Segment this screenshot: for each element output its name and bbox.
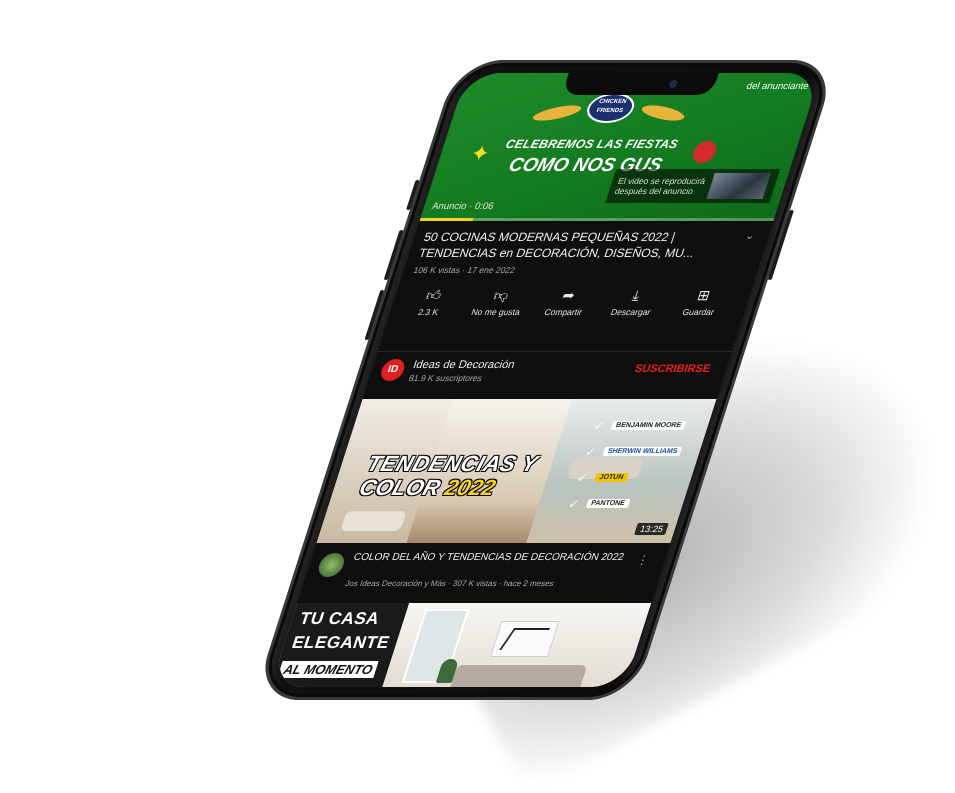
brand-label: PANTONE — [585, 499, 631, 508]
like-count: 2.3 K — [416, 307, 440, 317]
save-button[interactable]: ⊞ Guardar — [669, 287, 735, 317]
ad-label: Anuncio · 0:06 — [430, 201, 496, 212]
brand-label: SHERWIN WILLIAMS — [602, 447, 683, 456]
video-row[interactable]: COLOR DEL AÑO Y TENDENCIAS DE DECORACIÓN… — [310, 551, 658, 595]
brand-label: JOTUN — [593, 473, 629, 482]
channel-avatar[interactable]: ID — [378, 359, 408, 381]
more-options-icon[interactable]: ⋮ — [635, 553, 651, 567]
video-thumbnail-2[interactable]: TU CASA ELEGANTE AL MOMENTO — [270, 603, 652, 687]
wheat-left-icon — [532, 102, 582, 124]
chevron-down-icon[interactable]: ⌄ — [744, 229, 757, 242]
video-meta: 106 K vistas · 17 ene 2022 — [412, 265, 517, 275]
divider — [377, 351, 732, 352]
action-bar: 👍︎ 2.3 K 👎︎ No me gusta ➦ Compartir ⤓ De… — [399, 287, 743, 317]
phone-screen: del anunciante CHICKEN FRIENDS ✦ CELEBRE… — [270, 73, 821, 687]
thumbnail-line-1: TU CASA — [297, 609, 383, 628]
camera-icon — [668, 80, 679, 88]
wall-art — [489, 621, 560, 657]
thumbs-up-icon: 👍︎ — [423, 287, 444, 303]
thumbnail-title-line-2: COLOR 2022 — [356, 475, 499, 501]
star-icon: ✦ — [467, 141, 494, 166]
download-button[interactable]: ⤓ Descargar — [601, 287, 667, 317]
video-title[interactable]: 50 COCINAS MODERNAS PEQUEÑAS 2022 | TEND… — [417, 229, 727, 261]
channel-subscribers: 81.9 K suscriptores — [407, 373, 484, 383]
video-title[interactable]: COLOR DEL AÑO Y TENDENCIAS DE DECORACIÓN… — [352, 551, 626, 564]
like-button[interactable]: 👍︎ 2.3 K — [399, 287, 465, 317]
brand-label: BENJAMIN MOORE — [610, 421, 687, 430]
thumbnail-line-2: ELEGANTE — [289, 633, 393, 652]
couch-shape — [450, 665, 588, 687]
ad-badge — [690, 141, 720, 163]
channel-row[interactable]: ID Ideas de Decoración 81.9 K suscriptor… — [375, 357, 720, 391]
ad-brand-logo: CHICKEN FRIENDS — [582, 93, 639, 123]
advertiser-link[interactable]: del anunciante — [745, 81, 810, 92]
save-label: Guardar — [681, 307, 716, 317]
thumbnail-title-year: 2022 — [441, 475, 499, 500]
ad-progress-fill — [419, 218, 474, 221]
thumbnail-title-line-1: TENDENCIAS Y — [363, 451, 542, 476]
sofa-shape — [340, 511, 407, 531]
save-icon: ⊞ — [695, 287, 713, 303]
notch — [561, 73, 719, 95]
wheat-right-icon — [638, 102, 688, 124]
thumbs-down-icon: 👎︎ — [491, 287, 511, 303]
share-button[interactable]: ➦ Compartir — [534, 287, 600, 317]
next-video-thumbnail — [706, 173, 771, 199]
download-icon: ⤓ — [630, 287, 642, 303]
video-duration: 13:25 — [634, 523, 669, 535]
next-video-preview[interactable]: El video se reproducirá después del anun… — [605, 169, 781, 203]
video-thumbnail-1[interactable]: TENDENCIAS Y COLOR 2022 ✓ BENJAMIN MOORE… — [316, 399, 717, 543]
channel-avatar[interactable] — [315, 553, 348, 577]
share-label: Compartir — [543, 307, 584, 317]
thumbnail-title-word: COLOR — [356, 475, 450, 500]
ad-headline-1: CELEBREMOS LAS FIESTAS — [503, 137, 681, 151]
video-meta: Jos Ideas Decoración y Más · 307 K vista… — [344, 579, 556, 588]
video-info: 50 COCINAS MODERNAS PEQUEÑAS 2022 | TEND… — [399, 229, 761, 317]
channel-name[interactable]: Ideas de Decoración — [411, 359, 516, 371]
ad-player[interactable]: del anunciante CHICKEN FRIENDS ✦ CELEBRE… — [419, 73, 821, 221]
phone-device: del anunciante CHICKEN FRIENDS ✦ CELEBRE… — [253, 60, 838, 700]
phone-mockup: del anunciante CHICKEN FRIENDS ✦ CELEBRE… — [0, 0, 955, 750]
next-video-text: El video se reproducirá después del anun… — [613, 176, 707, 196]
ad-progress-bar — [419, 218, 775, 221]
share-icon: ➦ — [560, 287, 578, 303]
download-label: Descargar — [609, 307, 653, 317]
thumbnail-line-3: AL MOMENTO — [277, 661, 380, 678]
subscribe-button[interactable]: SUSCRIBIRSE — [633, 363, 712, 375]
dislike-button[interactable]: 👎︎ No me gusta — [466, 287, 532, 317]
dislike-label: No me gusta — [470, 307, 522, 317]
